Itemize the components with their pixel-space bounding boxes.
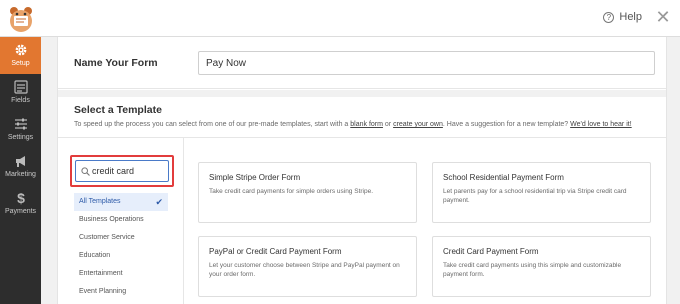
wpforms-bear-logo-icon[interactable] <box>6 4 36 34</box>
category-item-business-operations[interactable]: Business Operations <box>74 211 168 229</box>
category-label: Entertainment <box>79 270 123 277</box>
close-icon[interactable]: ✕ <box>654 8 672 26</box>
category-label: Business Operations <box>79 216 144 223</box>
select-template-title: Select a Template <box>74 104 162 116</box>
dollar-icon: $ <box>17 191 25 205</box>
sidebar-item-label: Settings <box>7 134 34 141</box>
template-card[interactable]: PayPal or Credit Card Payment Form Let y… <box>198 236 417 297</box>
form-name-input[interactable] <box>198 51 655 75</box>
fields-list-icon <box>13 80 28 94</box>
section-separator <box>58 90 666 97</box>
sidebar-item-setup[interactable]: Setup <box>0 37 41 74</box>
category-item-all-templates[interactable]: All Templates ✔ <box>74 193 168 211</box>
category-label: Event Planning <box>79 288 127 295</box>
template-card-description: Let parents pay for a school residential… <box>443 188 627 204</box>
sidebar-item-marketing[interactable]: Marketing <box>0 148 41 185</box>
template-card[interactable]: Simple Stripe Order Form Take credit car… <box>198 162 417 223</box>
sidebar-item-label: Marketing <box>5 171 36 178</box>
category-item-event-planning[interactable]: Event Planning <box>74 283 168 301</box>
template-card-title: PayPal or Credit Card Payment Form <box>209 247 342 256</box>
sidebar-item-label: Fields <box>11 97 30 104</box>
template-filter-column: credit card All Templates ✔ Business Ope… <box>58 138 184 304</box>
template-card-title: Simple Stripe Order Form <box>209 173 301 182</box>
template-card-description: Let your customer choose between Stripe … <box>209 262 400 278</box>
template-card-description: Take credit card payments for simple ord… <box>209 188 374 195</box>
template-description: To speed up the process you can select f… <box>74 121 632 128</box>
category-list: All Templates ✔ Business Operations Cust… <box>74 193 168 301</box>
sliders-icon <box>14 118 27 130</box>
template-card-title: Credit Card Payment Form <box>443 247 539 256</box>
category-item-entertainment[interactable]: Entertainment <box>74 265 168 283</box>
checkmark-icon: ✔ <box>155 197 163 207</box>
megaphone-icon <box>15 156 25 167</box>
help-button[interactable]: ? Help <box>603 11 642 23</box>
gear-icon <box>15 44 26 56</box>
sidebar-item-payments[interactable]: $ Payments <box>0 185 41 222</box>
category-label: Customer Service <box>79 234 135 241</box>
template-card-title: School Residential Payment Form <box>443 173 564 182</box>
category-item-customer-service[interactable]: Customer Service <box>74 229 168 247</box>
blank-form-link[interactable]: blank form <box>350 121 383 128</box>
template-search-input[interactable]: credit card <box>75 160 169 182</box>
sidebar-item-label: Payments <box>4 208 37 215</box>
search-query-text: credit card <box>92 166 135 176</box>
form-name-row: Name Your Form <box>58 37 666 89</box>
form-name-label: Name Your Form <box>74 57 158 69</box>
template-card[interactable]: Credit Card Payment Form Take credit car… <box>432 236 651 297</box>
top-bar: ? Help ✕ <box>0 0 680 37</box>
setup-panel: Name Your Form Select a Template To spee… <box>57 37 667 304</box>
template-card-description: Take credit card payments using this sim… <box>443 262 622 278</box>
sidebar-item-settings[interactable]: Settings <box>0 111 41 148</box>
category-label: Education <box>79 252 111 259</box>
template-card[interactable]: School Residential Payment Form Let pare… <box>432 162 651 223</box>
suggest-template-link[interactable]: We'd love to hear it! <box>570 121 632 128</box>
desc-text: To speed up the process you can select f… <box>74 121 351 128</box>
search-icon <box>81 167 90 176</box>
category-label: All Templates <box>79 198 121 205</box>
desc-text: . Have a suggestion for a new template? <box>442 121 571 128</box>
desc-text: or <box>382 121 394 128</box>
sidebar-item-label: Setup <box>11 60 30 67</box>
svg-text:$: $ <box>17 191 25 205</box>
help-label: Help <box>619 11 642 23</box>
question-circle-icon: ? <box>603 11 615 23</box>
create-your-own-link[interactable]: create your own <box>393 121 443 128</box>
category-item-education[interactable]: Education <box>74 247 168 265</box>
search-highlight-box: credit card <box>70 155 174 187</box>
sidebar-item-fields[interactable]: Fields <box>0 74 41 111</box>
builder-sidebar: Setup Fields Settings Marketing $ Paymen… <box>0 37 41 304</box>
